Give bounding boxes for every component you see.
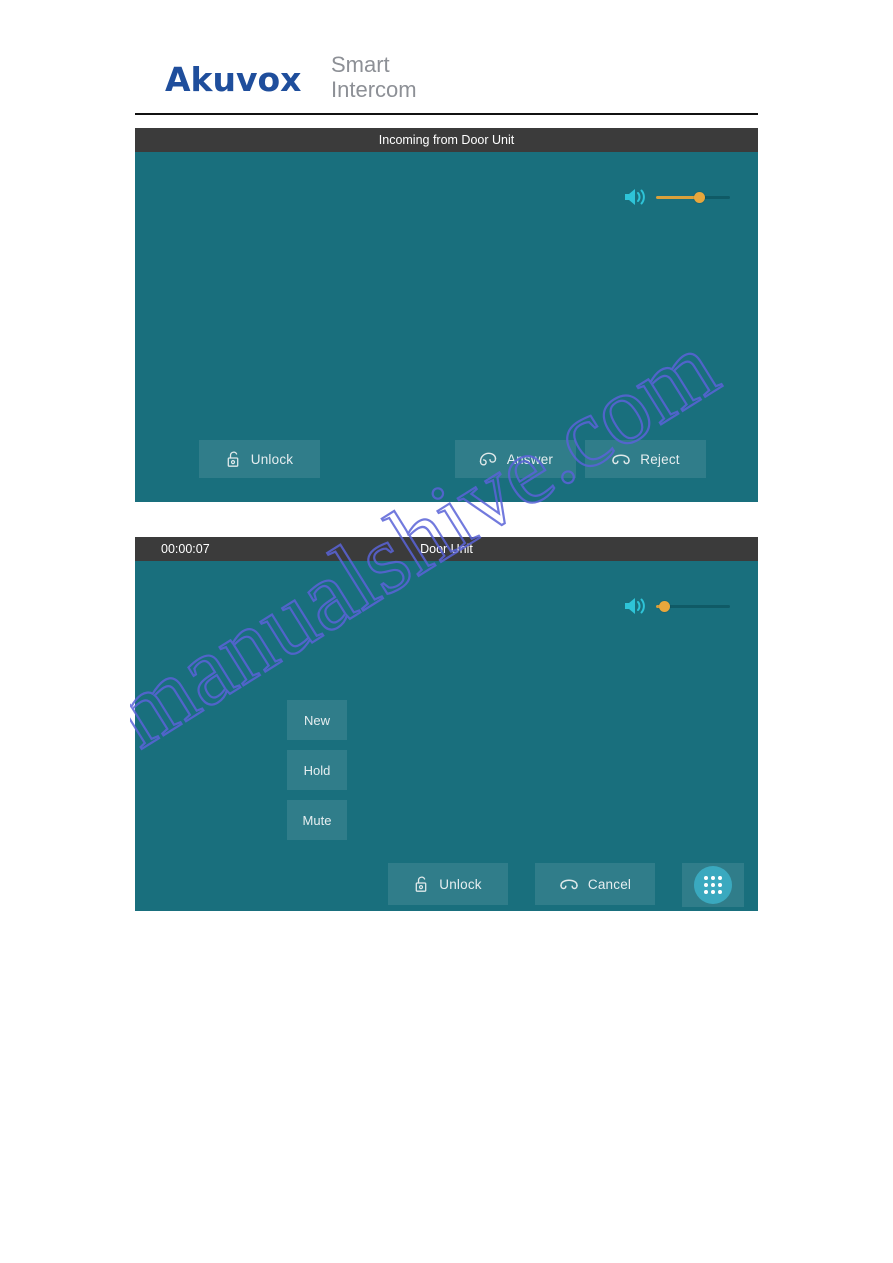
unlock-button[interactable]: Unlock (199, 440, 320, 478)
handset-answer-icon (478, 450, 498, 468)
new-button-label: New (303, 712, 330, 728)
dial-pad-icon (694, 866, 732, 904)
brand-tagline: Smart Intercom (331, 52, 417, 102)
unlock-button-label: Unlock (250, 451, 294, 467)
cancel-button[interactable]: Cancel (535, 863, 655, 905)
unlock-button-label: Unlock (439, 876, 482, 892)
volume-slider-fill (656, 195, 699, 199)
in-call-titlebar-title: Door Unit (420, 542, 473, 556)
cancel-button-label: Cancel (587, 876, 632, 892)
volume-slider-knob[interactable] (694, 191, 706, 203)
header-divider (135, 113, 758, 115)
hold-button-label: Hold (303, 762, 331, 778)
incoming-screen-body: Unlock Answer Reject (135, 152, 758, 502)
in-call-screen-body: New Hold Mute Unlock Cancel (135, 561, 758, 911)
answer-button[interactable]: Answer (455, 440, 576, 478)
handset-hangup-icon (611, 452, 631, 466)
volume-control[interactable] (622, 595, 732, 617)
brand-name: Akuvox (165, 60, 302, 99)
volume-control[interactable] (622, 186, 732, 208)
reject-button-label: Reject (640, 451, 680, 467)
mute-button[interactable]: Mute (287, 800, 347, 840)
brand-tagline-line1: Smart (331, 52, 390, 77)
brand-tagline-line2: Intercom (331, 77, 417, 102)
hold-button[interactable]: Hold (287, 750, 347, 790)
incoming-titlebar-title: Incoming from Door Unit (378, 133, 515, 147)
incoming-titlebar: Incoming from Door Unit (135, 128, 758, 152)
new-button[interactable]: New (287, 700, 347, 740)
brand-logo: Akuvox Smart Intercom (135, 52, 758, 115)
handset-hangup-icon (559, 877, 579, 891)
speaker-icon[interactable] (622, 595, 648, 617)
unlock-button[interactable]: Unlock (388, 863, 508, 905)
volume-slider-knob[interactable] (658, 600, 670, 612)
incoming-call-screen: Incoming from Door Unit Unlock Answer Re… (135, 128, 758, 502)
volume-slider[interactable] (656, 191, 730, 203)
keypad-button[interactable] (682, 863, 744, 907)
padlock-icon (414, 875, 430, 893)
volume-slider[interactable] (656, 600, 730, 612)
answer-button-label: Answer (506, 451, 554, 467)
speaker-icon[interactable] (622, 186, 648, 208)
mute-button-label: Mute (302, 812, 332, 828)
in-call-titlebar: 00:00:07 Door Unit (135, 537, 758, 561)
reject-button[interactable]: Reject (585, 440, 706, 478)
in-call-screen: 00:00:07 Door Unit New Hold Mute Unlock … (135, 537, 758, 911)
padlock-icon (226, 450, 242, 468)
